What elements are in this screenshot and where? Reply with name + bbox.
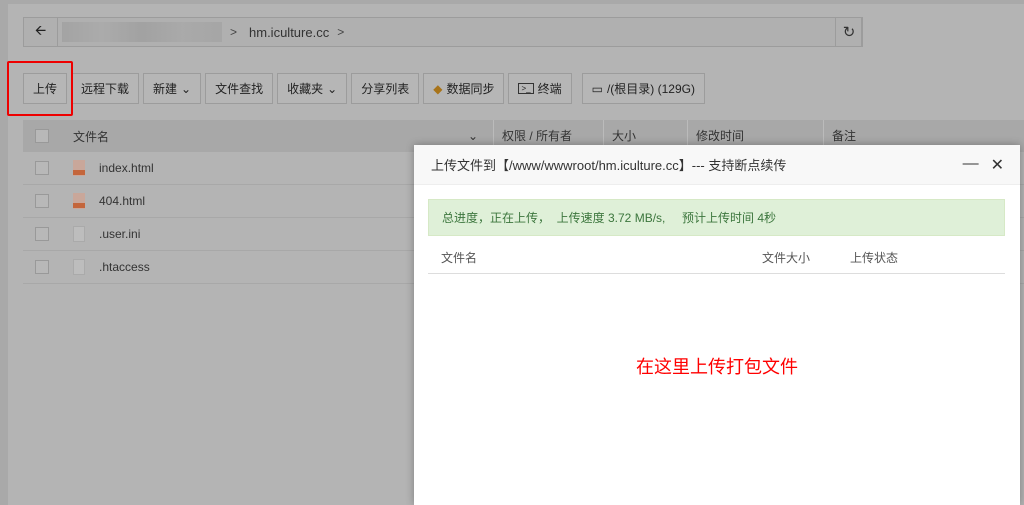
select-all-checkbox[interactable] (35, 129, 49, 143)
file-name[interactable]: 404.html (99, 194, 145, 208)
sync-button[interactable]: ◆ 数据同步 (423, 73, 505, 104)
upload-list-header: 文件名 文件大小 上传状态 (428, 241, 1005, 274)
new-label: 新建 (153, 82, 178, 96)
row-checkbox[interactable] (35, 194, 49, 208)
blurred-path (62, 22, 222, 42)
file-name[interactable]: index.html (99, 161, 154, 175)
row-checkbox[interactable] (35, 161, 49, 175)
disk-label: /(根目录) (129G) (606, 82, 695, 96)
text-file-icon (73, 226, 85, 242)
header-filename[interactable]: 文件名 (73, 128, 109, 145)
drop-zone-hint[interactable]: 在这里上传打包文件 (414, 353, 1020, 379)
chevron-down-icon: ⌄ (181, 81, 192, 96)
find-button[interactable]: 文件查找 (205, 73, 274, 104)
dialog-title: 上传文件到【/www/wwwroot/hm.iculture.cc】--- 支持… (414, 145, 1020, 185)
chevron-down-icon: ⌄ (327, 81, 338, 96)
html-file-icon (73, 160, 85, 176)
new-button[interactable]: 新建 ⌄ (143, 73, 202, 104)
header-status: 上传状态 (850, 250, 899, 265)
disk-button[interactable]: ▭/(根目录) (129G) (581, 73, 705, 104)
close-icon[interactable]: ✕ (991, 155, 1004, 175)
terminal-icon: >_ (518, 83, 534, 94)
chevron-right-icon: > (230, 25, 238, 39)
gem-icon: ◆ (433, 81, 443, 96)
upload-dialog[interactable]: 上传文件到【/www/wwwroot/hm.iculture.cc】--- 支持… (414, 145, 1020, 505)
row-checkbox[interactable] (35, 227, 49, 241)
path-bar[interactable]: 🡨 > hm.iculture.cc > (23, 17, 862, 47)
disk-icon: ▭ (591, 81, 603, 96)
header-filename: 文件名 (441, 250, 478, 265)
chevron-right-icon: > (337, 25, 345, 39)
file-name[interactable]: .htaccess (99, 260, 150, 274)
upload-progress-status: 总进度，正在上传， 上传速度 3.72 MB/s, 预计上传时间 4秒 (428, 199, 1005, 236)
text-file-icon (73, 259, 85, 275)
share-list-label: 分享列表 (361, 82, 410, 96)
favorites-button[interactable]: 收藏夹 ⌄ (277, 73, 348, 104)
toolbar: 上传 远程下载 新建 ⌄ 文件查找 收藏夹 ⌄ 分享列表 ◆ 数据同步 >_ 终端 ▭ /… (23, 73, 705, 104)
row-checkbox[interactable] (35, 260, 49, 274)
sync-label: 数据同步 (446, 82, 495, 96)
refresh-button[interactable]: ↻ (835, 17, 863, 47)
terminal-label: 终端 (537, 82, 562, 96)
header-filesize: 文件大小 (762, 250, 811, 265)
sort-chevron-icon[interactable]: ⌄ (468, 129, 478, 143)
upload-highlight-box (7, 61, 73, 116)
remote-download-label: 远程下载 (81, 82, 130, 96)
remote-download-button[interactable]: 远程下载 (71, 73, 140, 104)
favorites-label: 收藏夹 (287, 82, 324, 96)
share-list-button[interactable]: 分享列表 (351, 73, 420, 104)
terminal-button[interactable]: >_ 终端 (508, 73, 572, 104)
back-arrow-icon[interactable]: 🡨 (24, 18, 58, 46)
find-label: 文件查找 (215, 82, 264, 96)
minimize-icon[interactable]: — (963, 155, 979, 175)
html-file-icon (73, 193, 85, 209)
file-name[interactable]: .user.ini (99, 227, 140, 241)
breadcrumb-current[interactable]: hm.iculture.cc (249, 25, 329, 40)
